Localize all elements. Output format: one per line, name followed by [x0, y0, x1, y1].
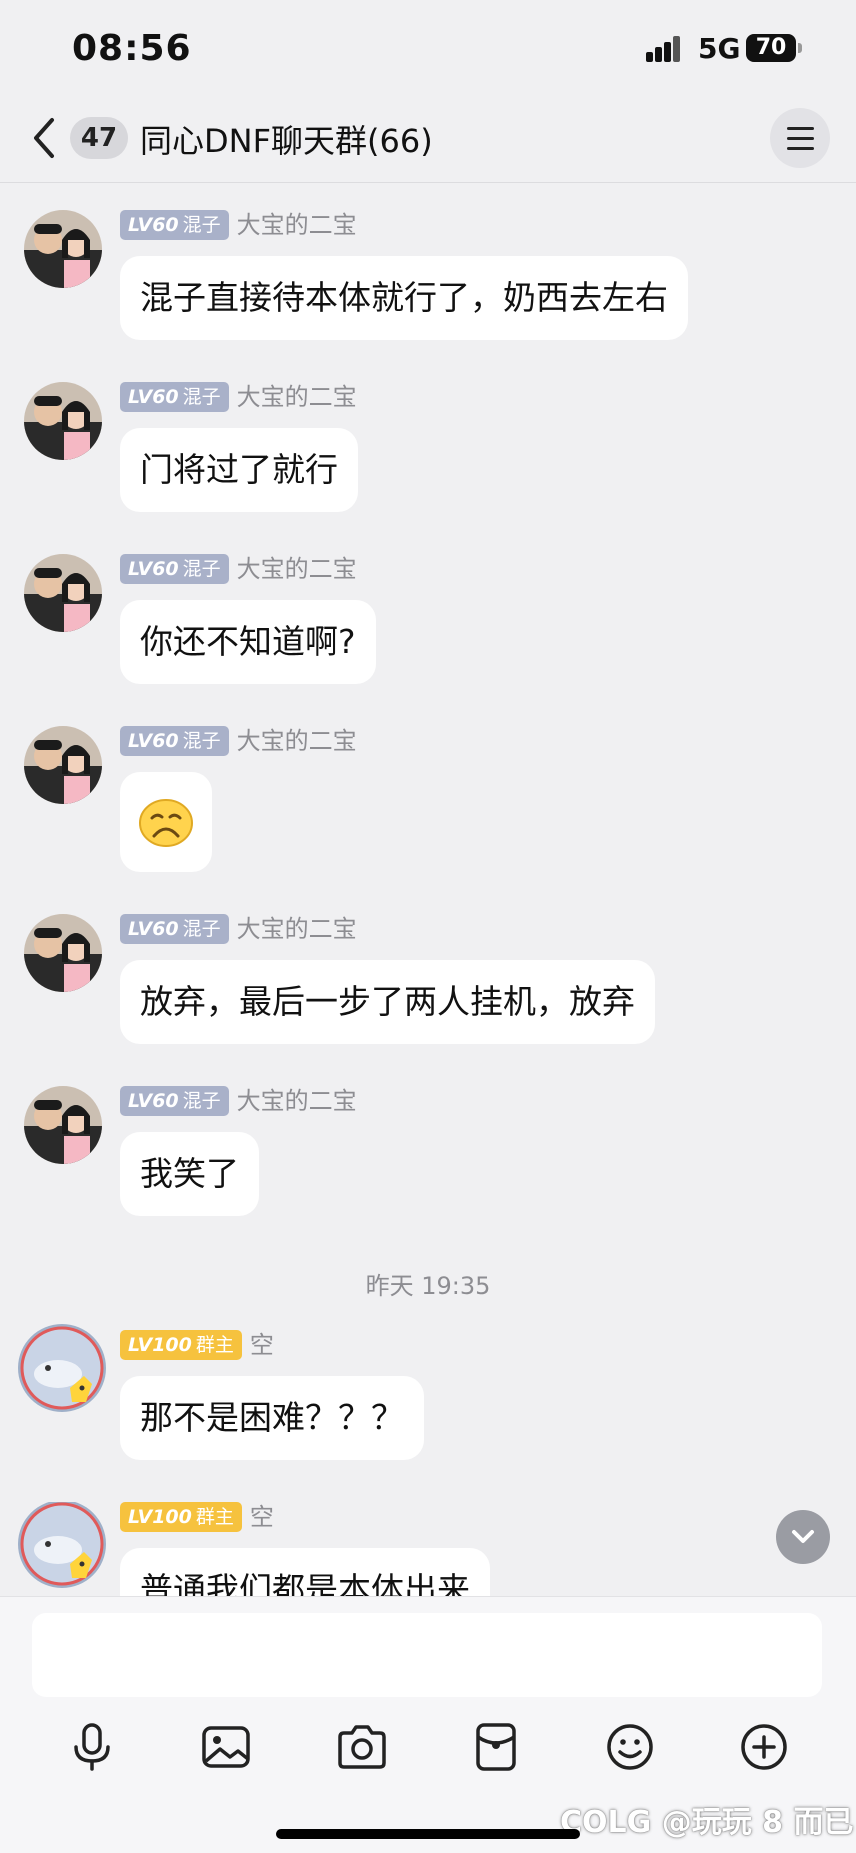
- frowning-face-emoji-icon: [139, 799, 193, 847]
- composer: COLG @玩玩 8 而已: [0, 1596, 856, 1853]
- message-bubble[interactable]: 你还不知道啊?: [120, 600, 376, 684]
- battery-icon: 70: [746, 34, 796, 62]
- avatar[interactable]: [24, 382, 102, 460]
- couple-avatar-icon: [24, 1086, 102, 1164]
- sender-meta: LV60 混子 大宝的二宝: [120, 554, 357, 584]
- level-badge: LV60 混子: [120, 382, 229, 412]
- couple-avatar-icon: [24, 914, 102, 992]
- level-badge: LV60 混子: [120, 210, 229, 240]
- more-menu-button[interactable]: [770, 108, 830, 168]
- message-bubble[interactable]: 我笑了: [120, 1132, 259, 1216]
- sender-name: 空: [249, 1503, 274, 1531]
- chat-header: 47 同心DNF聊天群(66): [0, 96, 856, 183]
- sender-name: 大宝的二宝: [236, 383, 357, 411]
- chevron-left-icon: [34, 118, 54, 158]
- sender-meta: LV60 混子 大宝的二宝: [120, 914, 357, 944]
- message-bubble[interactable]: [120, 772, 212, 872]
- page-title: 同心DNF聊天群(66): [140, 122, 433, 160]
- voice-button[interactable]: [64, 1719, 120, 1775]
- cellular-signal-icon: [646, 36, 690, 62]
- sender-meta: LV60 混子 大宝的二宝: [120, 1086, 357, 1116]
- sender-name: 大宝的二宝: [236, 211, 357, 239]
- message-bubble[interactable]: 门将过了就行: [120, 428, 358, 512]
- scroll-to-bottom-button[interactable]: [776, 1510, 830, 1564]
- network-type: 5G: [698, 32, 741, 65]
- image-icon: [202, 1726, 250, 1768]
- message-bubble[interactable]: 普通我们都是本体出来: [120, 1548, 490, 1596]
- camera-icon: [338, 1725, 386, 1769]
- microphone-icon: [74, 1723, 110, 1771]
- chevron-down-icon: [792, 1530, 814, 1543]
- avatar[interactable]: [24, 554, 102, 632]
- sender-meta: LV100 群主空: [120, 1330, 274, 1360]
- back-button[interactable]: [26, 114, 66, 162]
- message-item: LV100 群主空 普通我们都是本体出来: [0, 1502, 856, 1596]
- avatar[interactable]: [24, 914, 102, 992]
- sender-meta: LV100 群主空: [120, 1502, 274, 1532]
- timestamp-divider: 昨天 19:35: [365, 1272, 491, 1300]
- level-badge: LV100 群主: [120, 1502, 242, 1532]
- unread-count-badge[interactable]: 47: [70, 117, 128, 159]
- couple-avatar-icon: [24, 554, 102, 632]
- sender-name: 大宝的二宝: [236, 555, 357, 583]
- message-bubble[interactable]: 放弃，最后一步了两人挂机，放弃: [120, 960, 655, 1044]
- red-packet-button[interactable]: [468, 1719, 524, 1775]
- sender-meta: LV60 混子 大宝的二宝: [120, 382, 357, 412]
- sender-name: 大宝的二宝: [236, 915, 357, 943]
- message-bubble[interactable]: 那不是困难？？？: [120, 1376, 424, 1460]
- camera-button[interactable]: [334, 1719, 390, 1775]
- sender-name: 大宝的二宝: [236, 1087, 357, 1115]
- clock: 08:56: [72, 28, 192, 69]
- plus-icon: [741, 1724, 787, 1770]
- home-indicator[interactable]: [276, 1829, 580, 1839]
- message-input[interactable]: [32, 1613, 822, 1697]
- level-badge: LV60 混子: [120, 554, 229, 584]
- avatar[interactable]: [24, 726, 102, 804]
- more-actions-button[interactable]: [736, 1719, 792, 1775]
- emoji-button[interactable]: [602, 1719, 658, 1775]
- couple-avatar-icon: [24, 726, 102, 804]
- couple-avatar-icon: [24, 210, 102, 288]
- level-badge: LV60 混子: [120, 914, 229, 944]
- battery-tip: [798, 43, 802, 53]
- couple-avatar-icon: [24, 382, 102, 460]
- level-badge: LV60 混子: [120, 726, 229, 756]
- message-bubble[interactable]: 混子直接待本体就行了，奶西去左右: [120, 256, 688, 340]
- emoji-icon: [607, 1724, 653, 1770]
- red-packet-icon: [476, 1723, 516, 1771]
- avatar[interactable]: [24, 210, 102, 288]
- avatar[interactable]: [24, 1086, 102, 1164]
- level-badge: LV100 群主: [120, 1330, 242, 1360]
- sender-name: 大宝的二宝: [236, 727, 357, 755]
- watermark: COLG @玩玩 8 而已: [560, 1805, 854, 1840]
- avatar[interactable]: [18, 1324, 106, 1412]
- level-badge: LV60 混子: [120, 1086, 229, 1116]
- image-button[interactable]: [198, 1719, 254, 1775]
- sender-name: 空: [249, 1331, 274, 1359]
- anime-avatar-icon: [18, 1324, 106, 1412]
- sender-meta: LV60 混子 大宝的二宝: [120, 726, 357, 756]
- sender-meta: LV60 混子 大宝的二宝: [120, 210, 357, 240]
- avatar[interactable]: [18, 1502, 106, 1588]
- anime-avatar-icon: [18, 1502, 106, 1588]
- status-bar: 08:56 5G 70: [0, 0, 856, 96]
